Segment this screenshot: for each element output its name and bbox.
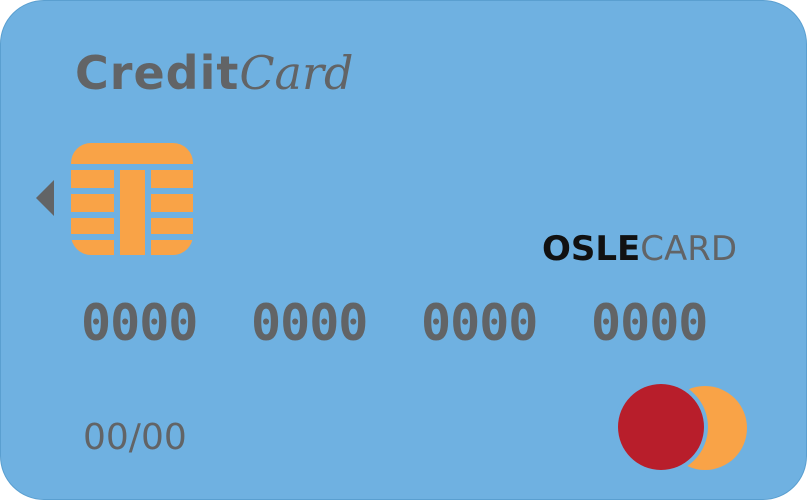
card-number-group-1: 0000 bbox=[81, 294, 198, 352]
card-title: CreditCard bbox=[75, 41, 353, 105]
card-number: 0000 0000 0000 0000 bbox=[81, 291, 761, 355]
triangle-left-icon bbox=[36, 180, 54, 216]
card-number-group-3: 0000 bbox=[421, 294, 538, 352]
card-expiry: 00/00 bbox=[83, 417, 187, 458]
card-number-group-4: 0000 bbox=[591, 294, 708, 352]
card-number-group-2: 0000 bbox=[251, 294, 368, 352]
card-title-script: Card bbox=[239, 46, 354, 100]
card-title-strong: Credit bbox=[75, 46, 240, 100]
credit-card: CreditCard OSLECARD 0000 0000 0000 0000 … bbox=[0, 0, 807, 500]
card-brand-light: CARD bbox=[640, 229, 738, 269]
network-logo-icon bbox=[614, 381, 747, 474]
card-brand: OSLECARD bbox=[542, 229, 737, 269]
chip-icon bbox=[71, 143, 193, 255]
card-brand-strong: OSLE bbox=[542, 229, 641, 269]
